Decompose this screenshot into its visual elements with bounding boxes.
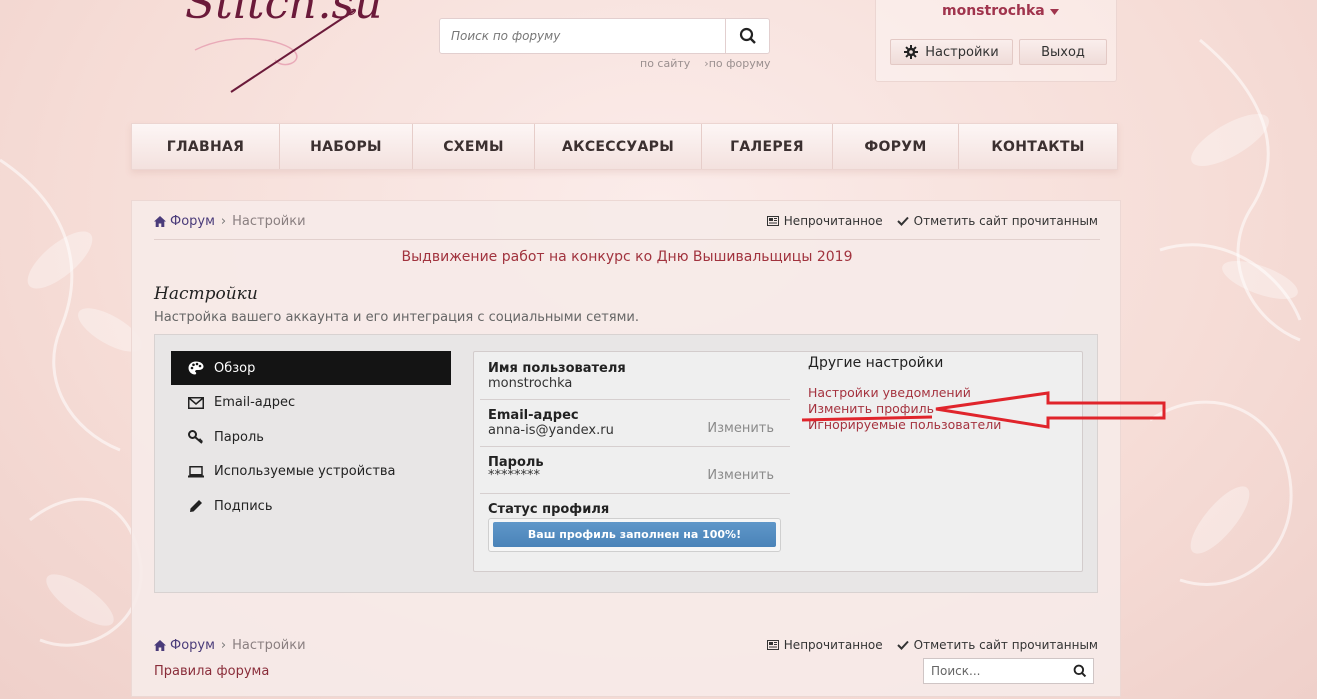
- pencil-icon: [190, 500, 202, 512]
- logout-button[interactable]: Выход: [1019, 39, 1107, 65]
- envelope-icon: [188, 396, 204, 409]
- check-icon: [896, 640, 909, 650]
- mark-read-link[interactable]: Отметить сайт прочитанным: [896, 638, 1098, 652]
- nav-item-contacts[interactable]: КОНТАКТЫ: [959, 124, 1117, 169]
- row-divider: [480, 399, 790, 400]
- breadcrumb-settings[interactable]: Настройки: [232, 214, 305, 229]
- page-subtitle: Настройка вашего аккаунта и его интеграц…: [154, 310, 640, 325]
- unread-link[interactable]: Непрочитанное: [766, 638, 883, 652]
- search-icon: [1073, 664, 1087, 678]
- laptop-icon: [188, 465, 204, 477]
- change-password-link[interactable]: Изменить: [707, 468, 774, 483]
- username-label: Имя пользователя: [488, 361, 626, 376]
- newspaper-icon: [766, 216, 779, 226]
- nav-item-forum[interactable]: ФОРУМ: [833, 124, 959, 169]
- unread-link[interactable]: Непрочитанное: [766, 214, 883, 228]
- bottom-search-button[interactable]: [1073, 664, 1087, 682]
- main-nav: ГЛАВНАЯ НАБОРЫ СХЕМЫ АКСЕССУАРЫ ГАЛЕРЕЯ …: [131, 123, 1118, 170]
- check-icon: [896, 216, 909, 226]
- bottom-search-input[interactable]: [924, 659, 1064, 683]
- row-divider: [480, 446, 790, 447]
- gear-icon: [904, 45, 919, 59]
- divider: [154, 239, 1100, 240]
- change-email-link[interactable]: Изменить: [707, 421, 774, 436]
- key-icon: [188, 430, 203, 444]
- nav-item-accessories[interactable]: АКСЕССУАРЫ: [535, 124, 702, 169]
- username-row: Имя пользователя monstrochka: [480, 361, 790, 391]
- sidebar-item-devices[interactable]: Используемые устройства: [171, 455, 451, 489]
- site-logo[interactable]: Stitch.su: [175, 0, 382, 100]
- newspaper-icon: [766, 640, 779, 650]
- username-menu[interactable]: monstrochka: [942, 3, 1059, 19]
- main-panel: Форум › Настройки Непрочитанное Отметить…: [131, 200, 1121, 697]
- search-input[interactable]: [440, 19, 726, 53]
- top-links: Непрочитанное Отметить сайт прочитанным: [753, 214, 1098, 228]
- logo-text: Stitch.su: [185, 0, 383, 29]
- user-box: monstrochka Настройки Выход: [875, 0, 1117, 82]
- profile-progress-bar: Ваш профиль заполнен на 100%!: [493, 522, 776, 547]
- breadcrumb-forum[interactable]: Форум: [170, 638, 215, 653]
- breadcrumb-bottom: Форум › Настройки: [154, 638, 306, 653]
- caret-down-icon: [1049, 9, 1059, 15]
- sidebar-item-password[interactable]: Пароль: [171, 420, 451, 454]
- annotation-arrow: [801, 391, 1166, 429]
- search-button[interactable]: [725, 19, 769, 53]
- breadcrumb-separator: ›: [220, 638, 227, 653]
- breadcrumb-settings[interactable]: Настройки: [232, 638, 305, 653]
- sidebar-item-signature[interactable]: Подпись: [171, 489, 451, 523]
- nav-item-home[interactable]: ГЛАВНАЯ: [132, 124, 280, 169]
- bottom-links: Непрочитанное Отметить сайт прочитанным: [753, 638, 1098, 652]
- search-icon: [739, 27, 756, 44]
- palette-icon: [188, 361, 204, 375]
- settings-sidebar: Обзор Email-адрес Пароль Используемые ус…: [171, 351, 451, 524]
- search-scope: по сайту ›по форуму: [640, 57, 799, 70]
- home-icon: [154, 640, 166, 651]
- nav-item-gallery[interactable]: ГАЛЕРЕЯ: [702, 124, 833, 169]
- home-icon: [154, 216, 166, 227]
- username-value: monstrochka: [488, 376, 573, 391]
- password-row: Пароль ******** Изменить: [480, 455, 790, 483]
- profile-progress: Ваш профиль заполнен на 100%!: [488, 518, 781, 552]
- breadcrumb-forum[interactable]: Форум: [170, 214, 215, 229]
- sidebar-item-overview[interactable]: Обзор: [171, 351, 451, 385]
- bottom-search: [923, 658, 1094, 684]
- status-row: Статус профиля: [480, 502, 790, 517]
- nav-item-schemes[interactable]: СХЕМЫ: [413, 124, 535, 169]
- contest-notice[interactable]: Выдвижение работ на конкурс ко Дню Вышив…: [132, 249, 1122, 265]
- search-scope-forum[interactable]: ›по форуму: [704, 57, 784, 70]
- nav-item-kits[interactable]: НАБОРЫ: [280, 124, 413, 169]
- email-row: Email-адрес anna-is@yandex.ru Изменить: [480, 408, 790, 438]
- row-divider: [480, 493, 790, 494]
- breadcrumb-separator: ›: [220, 214, 227, 229]
- breadcrumb: Форум › Настройки: [154, 214, 306, 229]
- page-title: Настройки: [154, 284, 258, 304]
- forum-rules-link[interactable]: Правила форума: [154, 664, 269, 679]
- other-settings-heading: Другие настройки: [808, 355, 944, 371]
- forum-search: [439, 18, 770, 54]
- settings-area: Обзор Email-адрес Пароль Используемые ус…: [154, 334, 1098, 593]
- settings-button[interactable]: Настройки: [890, 39, 1013, 65]
- sidebar-item-email[interactable]: Email-адрес: [171, 386, 451, 420]
- search-scope-site[interactable]: по сайту: [640, 57, 690, 70]
- mark-read-link[interactable]: Отметить сайт прочитанным: [896, 214, 1098, 228]
- status-label: Статус профиля: [488, 502, 610, 517]
